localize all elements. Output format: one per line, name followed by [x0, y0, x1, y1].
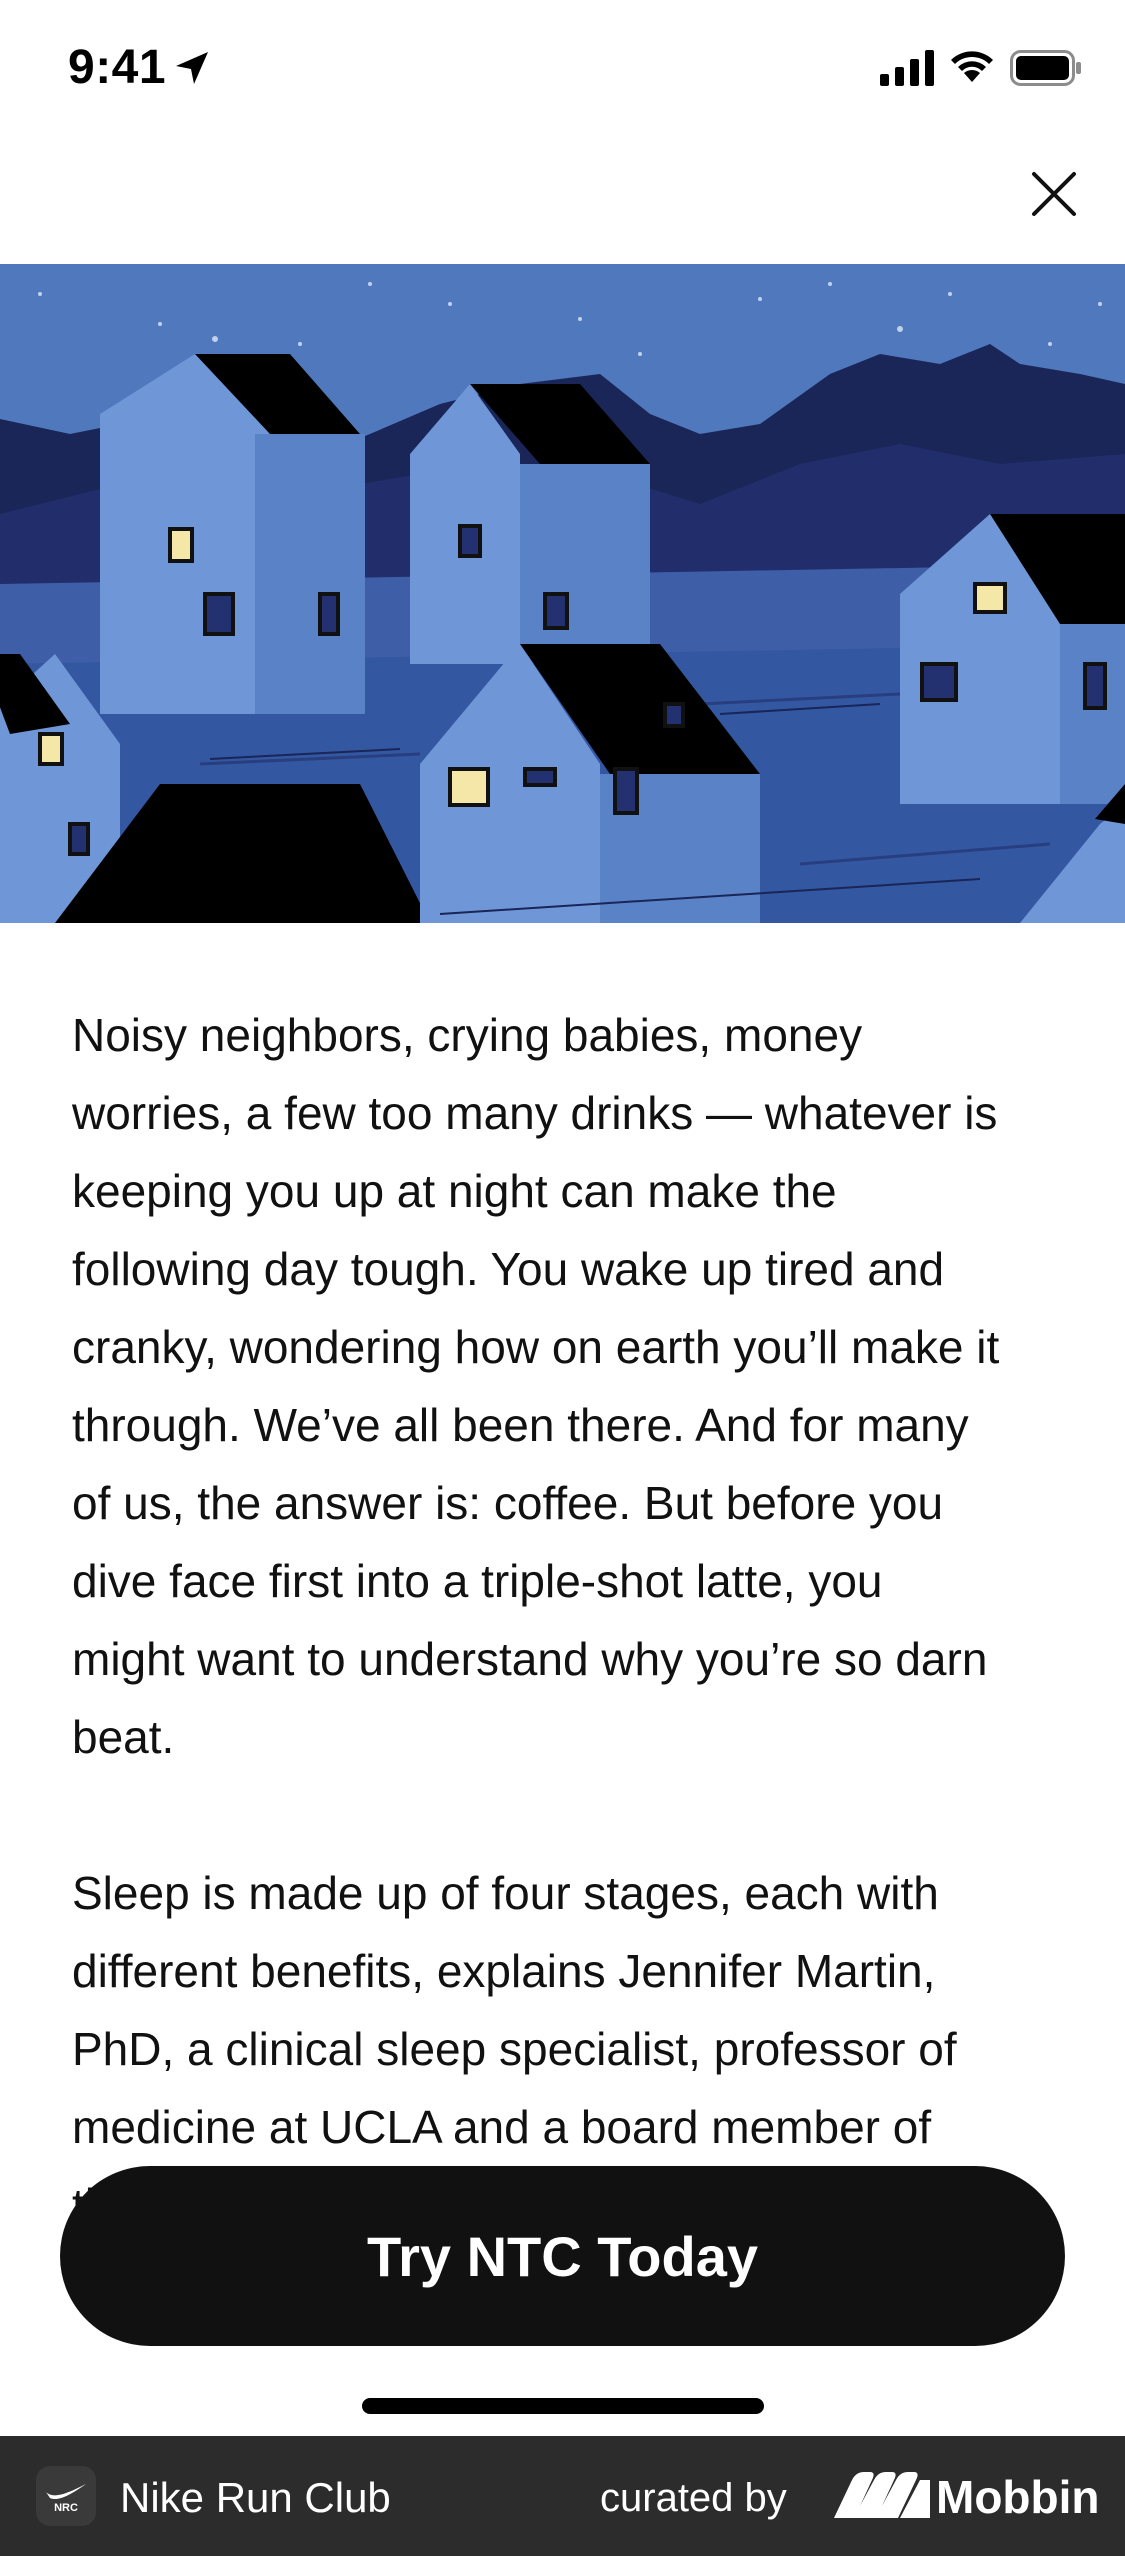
mobbin-logo-icon	[834, 2472, 930, 2518]
close-icon	[1032, 172, 1076, 216]
article-body: Noisy neighbors, crying babies, money wo…	[72, 996, 1002, 2216]
hero-illustration	[0, 264, 1125, 923]
wifi-icon	[951, 51, 993, 82]
mobbin-footer: NRC Nike Run Club curated by Mobbin	[0, 2436, 1125, 2556]
article-paragraph: Sleep is made up of four stages, each wi…	[72, 1867, 957, 2216]
article-paragraph: Noisy neighbors, crying babies, money wo…	[72, 1009, 1000, 1763]
curated-by-label: curated by	[600, 2476, 787, 2520]
cellular-signal-icon	[880, 50, 934, 86]
night-village-illustration	[0, 264, 1125, 923]
try-ntc-button[interactable]: Try NTC Today	[60, 2166, 1065, 2346]
status-bar: 9:41	[0, 0, 1125, 140]
mobbin-brand-name: Mobbin	[936, 2471, 1100, 2523]
home-indicator	[362, 2398, 764, 2414]
battery-icon	[1010, 50, 1081, 86]
try-ntc-button-label: Try NTC Today	[366, 2224, 758, 2288]
location-arrow-icon	[176, 52, 208, 84]
nrc-app-icon: NRC	[36, 2466, 96, 2526]
nrc-logo-text: NRC	[54, 2502, 78, 2514]
close-button[interactable]	[1020, 160, 1088, 228]
status-time: 9:41	[68, 41, 167, 94]
app-name: Nike Run Club	[120, 2474, 391, 2521]
nike-swoosh-icon: NRC	[46, 2484, 86, 2514]
